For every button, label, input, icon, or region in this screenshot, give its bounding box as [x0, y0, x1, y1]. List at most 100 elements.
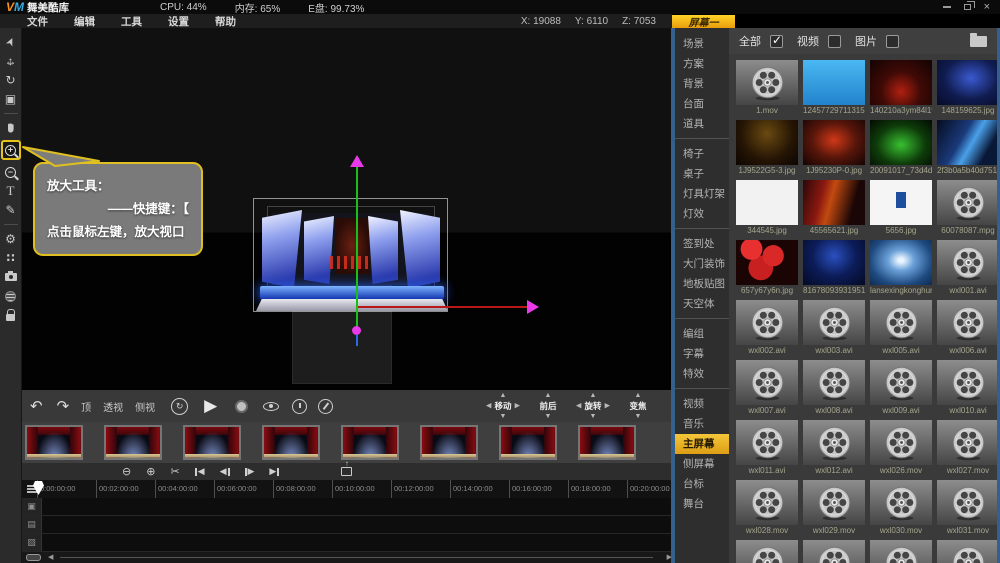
file-item[interactable]: 8167809393195146... — [803, 240, 865, 296]
gizmo-z-axis[interactable] — [356, 335, 358, 346]
rotate-tool-icon[interactable]: ↻ — [2, 73, 20, 87]
file-thumbnail[interactable] — [937, 480, 997, 525]
category-item[interactable]: 大门装饰 — [675, 254, 729, 274]
filter-checkbox[interactable] — [770, 35, 783, 48]
category-item[interactable]: 台面 — [675, 94, 729, 114]
filter-option[interactable]: 全部 — [739, 33, 783, 49]
file-item[interactable]: 140210a3ym84l1v7... — [870, 60, 932, 116]
file-item[interactable]: 148159625.jpg — [937, 60, 997, 116]
file-thumbnail[interactable] — [937, 420, 997, 465]
fullscreen-icon[interactable]: ∷ — [2, 251, 20, 265]
file-thumbnail[interactable] — [736, 60, 798, 105]
file-item[interactable]: 2f3b0a5b40d75149... — [937, 120, 997, 176]
file-item[interactable]: wxl006.avi — [937, 300, 997, 356]
zoom-in-tool-active[interactable]: + — [1, 140, 21, 160]
file-item[interactable]: 344545.jpg — [736, 180, 798, 236]
timeline-hscroll[interactable]: ◀ ▶ — [22, 552, 672, 563]
file-thumbnail[interactable] — [937, 240, 997, 285]
file-item[interactable] — [937, 540, 997, 563]
redo-icon[interactable]: ↷ — [57, 397, 70, 415]
view-mode-button[interactable]: 顶 — [81, 399, 91, 414]
category-item[interactable]: 字幕 — [675, 344, 729, 364]
pad-down-arrow[interactable]: ▼ — [635, 413, 642, 420]
gizmo-x-axis[interactable] — [358, 306, 530, 308]
play-button[interactable]: ▶ — [204, 396, 217, 416]
timeline-zoom-out-icon[interactable]: ⊖ — [122, 465, 131, 478]
pad-up-arrow[interactable]: ▲ — [590, 392, 597, 399]
file-item[interactable]: lansexingkonghunli... — [870, 240, 932, 296]
pad-up-arrow[interactable]: ▲ — [545, 392, 552, 399]
hscroll-slider-icon[interactable] — [26, 554, 41, 561]
file-thumbnail[interactable] — [870, 180, 932, 225]
menu-item[interactable]: 工具 — [108, 14, 155, 29]
category-item[interactable]: 台标 — [675, 474, 729, 494]
step-forward-icon[interactable]: ▶ — [245, 466, 255, 477]
view-mode-button[interactable]: 透视 — [103, 399, 123, 414]
file-thumbnail[interactable] — [736, 240, 798, 285]
category-item[interactable]: 视频 — [675, 394, 729, 414]
pad-right-arrow[interactable]: ▶ — [515, 403, 520, 410]
stage-thumbnail[interactable] — [499, 425, 557, 460]
file-thumbnail[interactable] — [870, 240, 932, 285]
file-item[interactable]: wxl005.avi — [870, 300, 932, 356]
file-item[interactable]: wxl008.avi — [803, 360, 865, 416]
file-item[interactable]: wxl028.mov — [736, 480, 798, 536]
gizmo-origin-handle[interactable] — [352, 326, 361, 335]
file-item[interactable]: 60078087.mpg — [937, 180, 997, 236]
pad-left-arrow[interactable]: ◀ — [486, 403, 491, 410]
record-icon[interactable] — [235, 400, 248, 413]
open-folder-icon[interactable] — [970, 36, 987, 47]
file-thumbnail[interactable] — [803, 540, 865, 563]
file-thumbnail[interactable] — [937, 300, 997, 345]
move-tool-icon[interactable] — [2, 54, 20, 68]
file-thumbnail[interactable] — [803, 480, 865, 525]
file-thumbnail[interactable] — [870, 540, 932, 563]
skip-end-icon[interactable]: ▶ — [269, 466, 279, 477]
file-thumbnail[interactable] — [736, 540, 798, 563]
file-thumbnail[interactable] — [870, 420, 932, 465]
file-item[interactable]: wxl003.avi — [803, 300, 865, 356]
category-item[interactable]: 灯效 — [675, 204, 729, 224]
filter-checkbox[interactable] — [828, 35, 841, 48]
file-thumbnail[interactable] — [937, 360, 997, 405]
file-item[interactable]: wxl026.mov — [870, 420, 932, 476]
file-item[interactable]: wxl007.avi — [736, 360, 798, 416]
file-item[interactable] — [870, 540, 932, 563]
minimize-icon[interactable] — [943, 6, 951, 8]
file-thumbnail[interactable] — [803, 60, 865, 105]
file-thumbnail[interactable] — [870, 120, 932, 165]
file-item[interactable]: 657y67y6n.jpg — [736, 240, 798, 296]
file-thumbnail[interactable] — [937, 120, 997, 165]
category-item[interactable]: 天空体 — [675, 294, 729, 314]
file-thumbnail[interactable] — [937, 540, 997, 563]
stage-model[interactable] — [232, 158, 562, 388]
file-item[interactable]: 1245772971131513... — [803, 60, 865, 116]
category-item[interactable]: 灯具灯架 — [675, 184, 729, 204]
file-item[interactable]: wxl027.mov — [937, 420, 997, 476]
panel-splitter-left[interactable] — [671, 28, 675, 563]
gizmo-x-arrow[interactable] — [527, 300, 539, 314]
timeline-zoom-in-icon[interactable]: ⊕ — [146, 465, 155, 478]
pad-up-arrow[interactable]: ▲ — [635, 392, 642, 399]
menu-item[interactable]: 帮助 — [202, 14, 249, 29]
step-back-icon[interactable]: ◀ — [220, 466, 230, 477]
zoom-out-tool[interactable]: – — [2, 165, 20, 179]
gizmo-y-arrow[interactable] — [350, 155, 364, 167]
camera-pad[interactable]: ▲ ▼ ◀ ▶ 旋转 — [575, 392, 611, 420]
file-item[interactable]: wxl009.avi — [870, 360, 932, 416]
category-item[interactable]: 舞台 — [675, 494, 729, 514]
file-thumbnail[interactable] — [937, 60, 997, 105]
menu-item[interactable]: 编辑 — [61, 14, 108, 29]
file-item[interactable]: 1J9522G5-3.jpg — [736, 120, 798, 176]
file-thumbnail[interactable] — [736, 180, 798, 225]
timeline-track-row[interactable]: ▤ — [22, 516, 672, 534]
file-thumbnail[interactable] — [870, 60, 932, 105]
category-item[interactable]: 椅子 — [675, 144, 729, 164]
edit-note-icon[interactable]: ✎ — [2, 203, 20, 217]
file-thumbnail[interactable] — [803, 240, 865, 285]
cut-scissors-icon[interactable]: ✂ — [170, 465, 179, 478]
pad-down-arrow[interactable]: ▼ — [590, 413, 597, 420]
file-item[interactable]: wxl030.mov — [870, 480, 932, 536]
pad-left-arrow[interactable]: ◀ — [576, 403, 581, 410]
power-icon[interactable] — [318, 399, 333, 414]
